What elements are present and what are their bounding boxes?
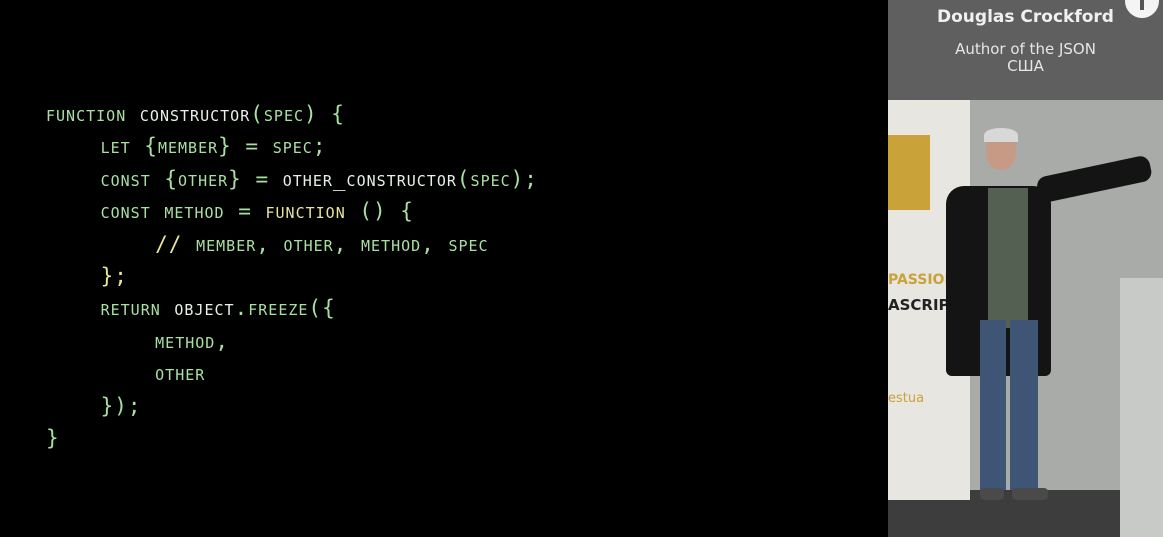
code-line: // member, other, method, spec xyxy=(46,228,538,260)
code-token: .freeze({ xyxy=(234,296,336,321)
speaker-title-line1: Author of the JSON xyxy=(955,40,1096,58)
banner-text-site: estua xyxy=(888,391,925,406)
speaker-leg-right xyxy=(1010,320,1038,490)
code-token: method, xyxy=(46,328,229,353)
code-token: function xyxy=(265,199,346,224)
code-line: const method = function () { xyxy=(46,195,538,227)
speaker-caption: Douglas Crockford Author of the JSON США xyxy=(888,0,1163,100)
code-token: const method = xyxy=(46,199,266,224)
code-line: method, xyxy=(46,325,538,357)
code-line: } xyxy=(46,422,538,454)
code-line: other xyxy=(46,357,538,389)
code-line: let {member} = spec; xyxy=(46,130,538,162)
code-token: let {member} = spec; xyxy=(46,134,327,159)
speaker-country: США xyxy=(1007,57,1044,75)
code-line: return Object.freeze({ xyxy=(46,292,538,324)
code-token: () { xyxy=(345,199,414,224)
code-token: (spec) { xyxy=(250,102,345,126)
speaker-name: Douglas Crockford xyxy=(937,7,1114,27)
code-token: const {other} = xyxy=(46,166,283,191)
code-token: member, other, method, spec xyxy=(182,231,489,256)
code-line: }; xyxy=(46,260,538,292)
code-token: }; xyxy=(46,263,128,288)
speaker-shoe-left xyxy=(980,488,1004,500)
code-line: }); xyxy=(46,390,538,422)
info-icon-glyph xyxy=(1140,0,1144,10)
code-block: function constructor(spec) { let {member… xyxy=(46,98,538,454)
code-token: return xyxy=(46,296,175,321)
code-token: function xyxy=(46,102,140,126)
code-line: function constructor(spec) { xyxy=(46,98,538,130)
podium xyxy=(1120,278,1163,537)
code-token: Object xyxy=(174,296,235,321)
code-token: (spec); xyxy=(456,166,538,191)
code-token: other xyxy=(46,361,206,386)
speaker-leg-left xyxy=(980,320,1006,490)
speaker-video: PASSION ASCRIPT estua Douglas Crockford … xyxy=(888,0,1163,537)
code-token: other_constructor xyxy=(282,166,457,191)
speaker-shirt xyxy=(988,188,1028,328)
slide-area: function constructor(spec) { let {member… xyxy=(0,0,888,537)
code-token: constructor xyxy=(139,102,251,126)
code-token: } xyxy=(46,425,60,450)
code-token: // xyxy=(46,231,183,256)
speaker-title: Author of the JSON США xyxy=(888,41,1163,75)
code-token: }); xyxy=(46,393,142,418)
speaker-shoe-right xyxy=(1012,488,1048,500)
code-line: const {other} = other_constructor(spec); xyxy=(46,163,538,195)
speaker-hair xyxy=(984,128,1018,142)
conference-logo xyxy=(888,135,930,210)
